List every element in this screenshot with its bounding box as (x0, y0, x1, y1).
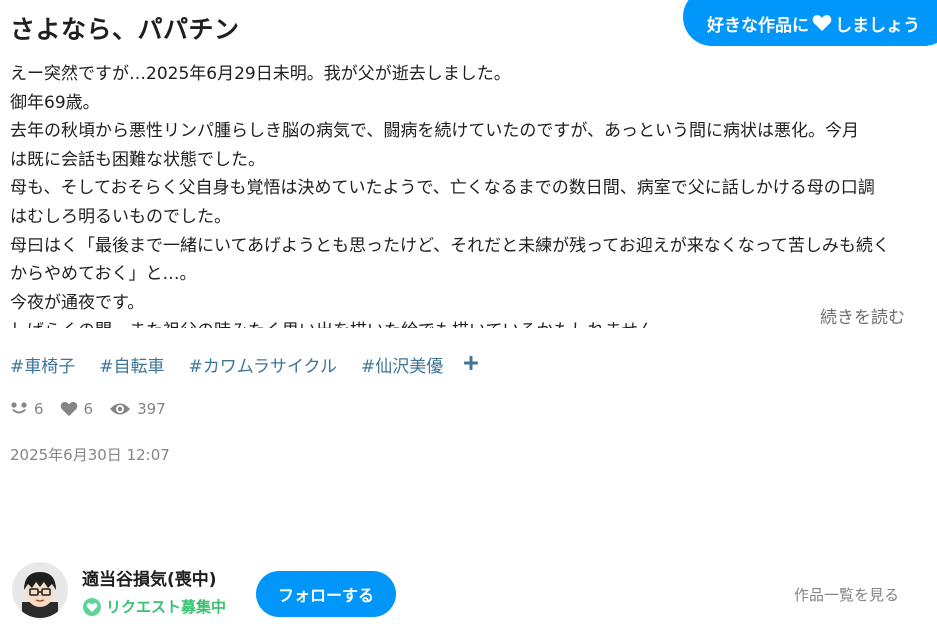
tag-link[interactable]: #自転車 (99, 352, 164, 377)
author-block: 適当谷損気(喪中) リクエスト募集中 (12, 562, 226, 618)
caption-line: は既に会話も困難な状態でした。 (10, 149, 265, 170)
heart-icon (60, 401, 77, 417)
heart-icon (812, 14, 832, 32)
view-works-link[interactable]: 作品一覧を見る (794, 584, 899, 605)
tag-link[interactable]: #カワムラサイクル (189, 352, 338, 377)
caption-line: 御年69歳。 (10, 92, 100, 113)
request-badge[interactable]: リクエスト募集中 (82, 596, 226, 617)
author-info: 適当谷損気(喪中) リクエスト募集中 (82, 563, 226, 617)
caption: えー突然ですが…2025年6月29日未明。我が父が逝去しました。 御年69歳。 … (10, 60, 915, 328)
like-stat: 6 (60, 400, 94, 418)
read-more-link[interactable]: 続きを読む (820, 303, 905, 328)
caption-line: 母曰はく「最後まで一緒にいてあげようとも思ったけど、それだと未練が残ってお迎えが… (10, 235, 890, 256)
artwork-page: さよなら、パパチン 好きな作品に しましょう えー突然ですが…2025年6月29… (0, 0, 937, 633)
reaction-stat: 6 (10, 400, 44, 418)
caption-line: 今夜が通夜です。 (10, 292, 145, 313)
like-count: 6 (83, 400, 94, 418)
tag-link[interactable]: #仙沢美優 (361, 352, 443, 377)
caption-line: はむしろ明るいものでした。 (10, 206, 231, 227)
author-name[interactable]: 適当谷損気(喪中) (82, 565, 226, 590)
like-cta-text-after: しましょう (835, 15, 920, 36)
page-title: さよなら、パパチン (10, 15, 240, 44)
tag-list: #車椅子 #自転車 #カワムラサイクル #仙沢美優 (10, 352, 479, 377)
plus-icon[interactable] (463, 352, 479, 377)
avatar[interactable] (12, 562, 68, 618)
stats-bar: 6 6 397 (10, 400, 182, 418)
request-label: リクエスト募集中 (106, 598, 227, 616)
view-count: 397 (137, 400, 166, 418)
caption-line: 去年の秋頃から悪性リンパ腫らしき脳の病気で、闘病を続けていたのですが、あっという… (10, 121, 859, 142)
follow-button[interactable]: フォローする (256, 571, 396, 617)
like-cta-button[interactable]: 好きな作品に しましょう (683, 0, 937, 46)
reaction-icon (11, 402, 27, 414)
reaction-count: 6 (34, 400, 44, 418)
caption-line: えー突然ですが…2025年6月29日未明。我が父が逝去しました。 (10, 64, 511, 84)
tag-link[interactable]: #車椅子 (10, 352, 75, 377)
view-stat: 397 (109, 400, 166, 418)
upload-date: 2025年6月30日 12:07 (10, 446, 170, 464)
request-icon (83, 597, 101, 616)
caption-line: しばらくの間、また祖父の時みたく思い出を描いた絵でも描いているかもしれません。 (10, 317, 915, 328)
eye-icon (110, 403, 131, 415)
like-cta-text-before: 好きな作品に (707, 15, 809, 36)
caption-line: 母も、そしておそらく父自身も覚悟は決めていたようで、亡くなるまでの数日間、病室で… (10, 178, 875, 199)
caption-line: からやめておく」と…。 (10, 264, 197, 285)
